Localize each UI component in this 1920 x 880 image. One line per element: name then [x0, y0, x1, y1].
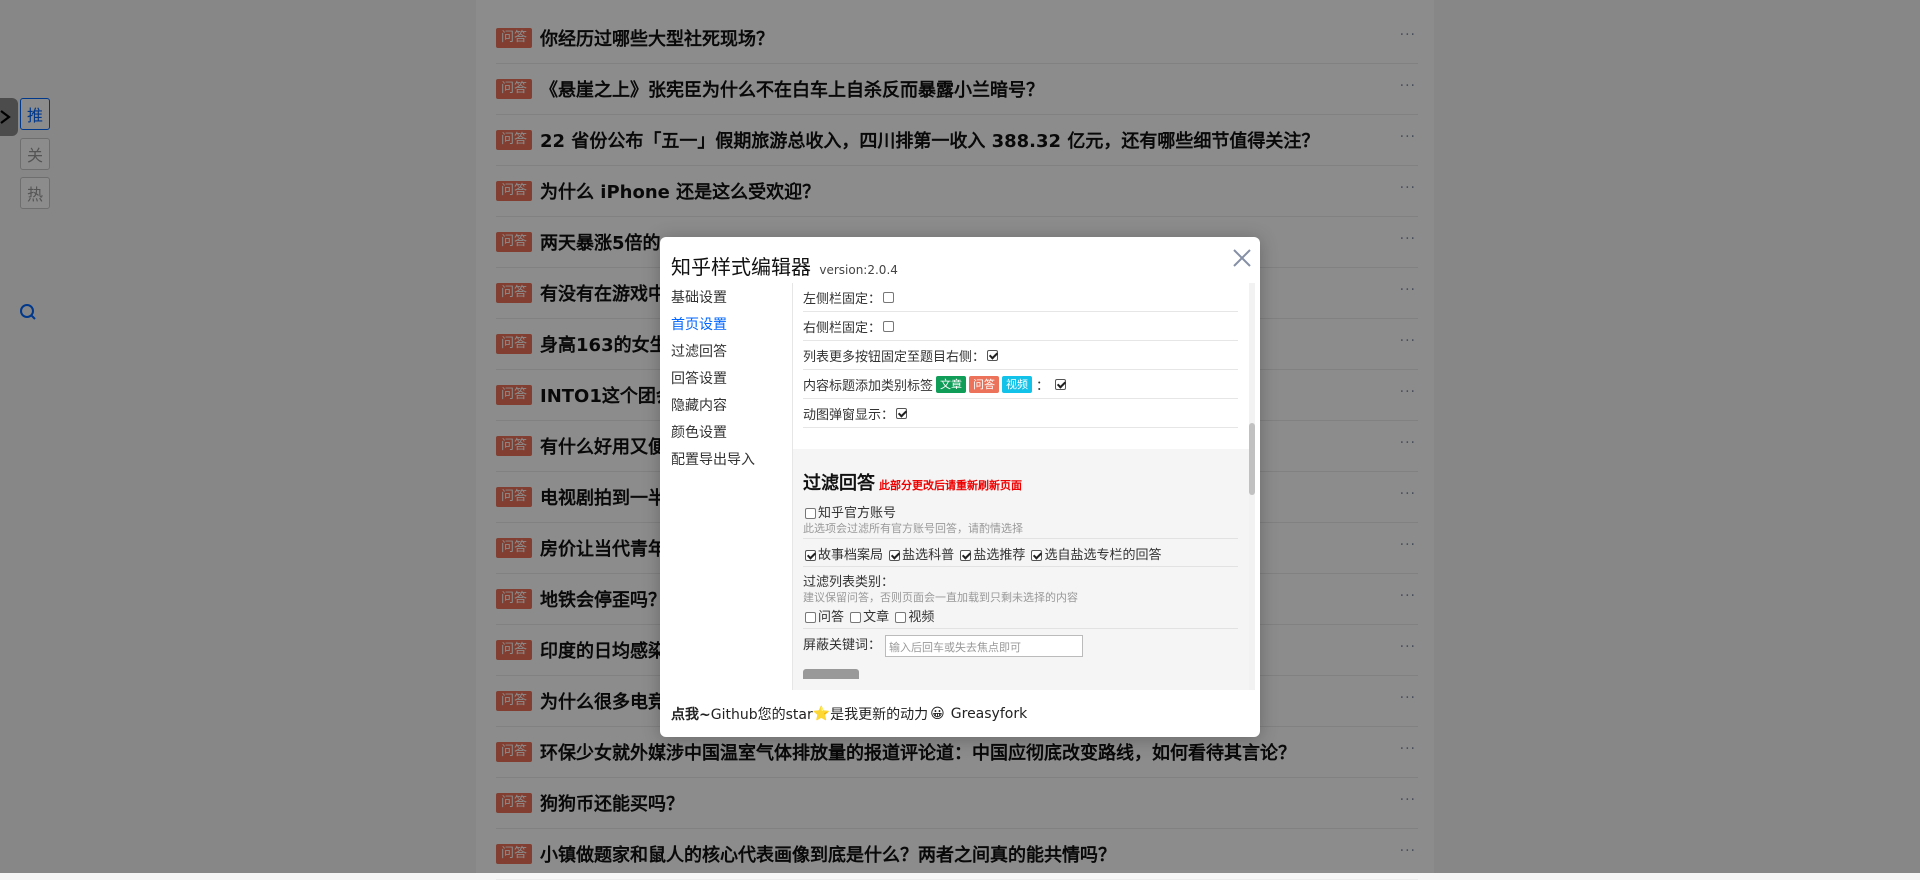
modal-footer: 点我~ Github您的star ⭐ 是我更新的动力 😀 Greasyfork [671, 704, 1027, 724]
title-category-tags-checkbox[interactable] [1055, 378, 1067, 390]
right-sidebar-fixed-checkbox[interactable] [883, 320, 895, 332]
menu-answer-settings[interactable]: 回答设置 [671, 369, 791, 396]
menu-config-import-export[interactable]: 配置导出导入 [671, 450, 791, 477]
refresh-note: 此部分更改后请重新刷新页面 [879, 479, 1022, 492]
settings-menu: 基础设置 首页设置 过滤回答 回答设置 隐藏内容 颜色设置 配置导出导入 [671, 288, 791, 477]
version-label: version:2.0.4 [819, 263, 898, 277]
divider [803, 628, 1238, 629]
settings-panel: 左侧栏固定： 右侧栏固定： 列表更多按钮固定至题目右侧： 内容标题添加类别标签 … [792, 283, 1255, 690]
update-motivation-text: 是我更新的动力 [830, 707, 929, 723]
official-account-hint: 此选项会过滤所有官方账号回答，请酌情选择 [803, 522, 1023, 535]
setting-label: 动图弹窗显示： [803, 407, 895, 423]
gif-popup-checkbox[interactable] [896, 407, 908, 419]
qa-pill: 问答 [969, 375, 1000, 393]
story-archive-label: 故事档案局 [818, 548, 884, 563]
setting-suffix: ： [1036, 378, 1050, 394]
close-button[interactable] [1231, 247, 1253, 269]
settings-modal: 知乎样式编辑器 version:2.0.4 基础设置 首页设置 过滤回答 回答设… [660, 237, 1260, 737]
type-qa-checkbox[interactable] [805, 612, 816, 623]
salt-column-checkbox[interactable] [1031, 550, 1043, 561]
type-video-label: 视频 [908, 610, 935, 625]
filter-types-hint: 建议保留问答，否则页面会一直加载到只剩未选择的内容 [803, 591, 1078, 604]
setting-label: 内容标题添加类别标签 [803, 378, 934, 394]
salt-column-label: 选自盐选专栏的回答 [1044, 548, 1162, 563]
filter-answers-section: 过滤回答 此部分更改后请重新刷新页面 知乎官方账号 此选项会过滤所有官方账号回答，… [793, 449, 1249, 690]
article-pill: 文章 [936, 375, 967, 393]
keyword-label: 屏蔽关键词： [803, 638, 882, 653]
video-pill: 视频 [1002, 375, 1033, 393]
setting-gif-popup: 动图弹窗显示： [803, 399, 1238, 428]
left-sidebar-fixed-checkbox[interactable] [883, 291, 895, 303]
official-account-option: 知乎官方账号 [803, 502, 896, 521]
smile-emoji-icon: 😀 [930, 706, 945, 722]
type-video-checkbox[interactable] [895, 612, 907, 623]
more-button-fixed-checkbox[interactable] [987, 349, 999, 361]
salt-recommend-checkbox[interactable] [960, 550, 972, 561]
salt-options: 故事档案局 盐选科普 盐选推荐 选自盐选专栏的回答 [803, 544, 1161, 563]
keyword-input[interactable]: 输入后回车或失去焦点即可 [885, 634, 1084, 657]
modal-title: 知乎样式编辑器 version:2.0.4 [671, 251, 898, 280]
menu-filter-answers[interactable]: 过滤回答 [671, 342, 791, 369]
star-icon: ⭐ [812, 706, 831, 722]
close-icon [1233, 249, 1251, 267]
menu-color-settings[interactable]: 颜色设置 [671, 423, 791, 450]
menu-hide-content[interactable]: 隐藏内容 [671, 396, 791, 423]
type-article-checkbox[interactable] [850, 612, 862, 623]
keyword-row: 屏蔽关键词： 输入后回车或失去焦点即可 [803, 634, 1084, 657]
story-archive-checkbox[interactable] [805, 550, 816, 561]
divider [803, 538, 1238, 539]
salt-science-label: 盐选科普 [902, 548, 955, 563]
menu-basic-settings[interactable]: 基础设置 [671, 288, 791, 315]
setting-right-sidebar-fixed: 右侧栏固定： [803, 312, 1238, 341]
setting-more-button-fixed: 列表更多按钮固定至题目右侧： [803, 341, 1238, 370]
divider [803, 566, 1238, 567]
greasyfork-link[interactable]: Greasyfork [951, 706, 1027, 722]
setting-label: 列表更多按钮固定至题目右侧： [803, 349, 986, 365]
type-qa-label: 问答 [818, 610, 845, 625]
type-article-label: 文章 [863, 610, 890, 625]
filter-heading: 过滤回答 此部分更改后请重新刷新页面 [803, 469, 1022, 495]
setting-title-category-tags: 内容标题添加类别标签 文章 问答 视频 ： [803, 370, 1238, 399]
filter-types-options: 问答 文章 视频 [803, 606, 934, 625]
filter-heading-text: 过滤回答 [803, 473, 875, 494]
modal-title-text: 知乎样式编辑器 [671, 255, 811, 279]
partially-visible-button[interactable] [803, 669, 859, 679]
filter-types-label: 过滤列表类别： [803, 575, 895, 590]
salt-recommend-label: 盐选推荐 [973, 548, 1026, 563]
setting-label: 右侧栏固定： [803, 320, 882, 336]
official-account-checkbox[interactable] [805, 508, 816, 519]
official-account-label: 知乎官方账号 [818, 506, 897, 521]
scrollbar-thumb[interactable] [1249, 423, 1255, 495]
setting-label: 左侧栏固定： [803, 291, 882, 307]
menu-home-settings[interactable]: 首页设置 [671, 315, 791, 342]
setting-left-sidebar-fixed: 左侧栏固定： [803, 283, 1238, 312]
github-star-text[interactable]: Github您的star [711, 704, 813, 724]
click-me-link[interactable]: 点我~ [671, 704, 711, 724]
salt-science-checkbox[interactable] [889, 550, 901, 561]
